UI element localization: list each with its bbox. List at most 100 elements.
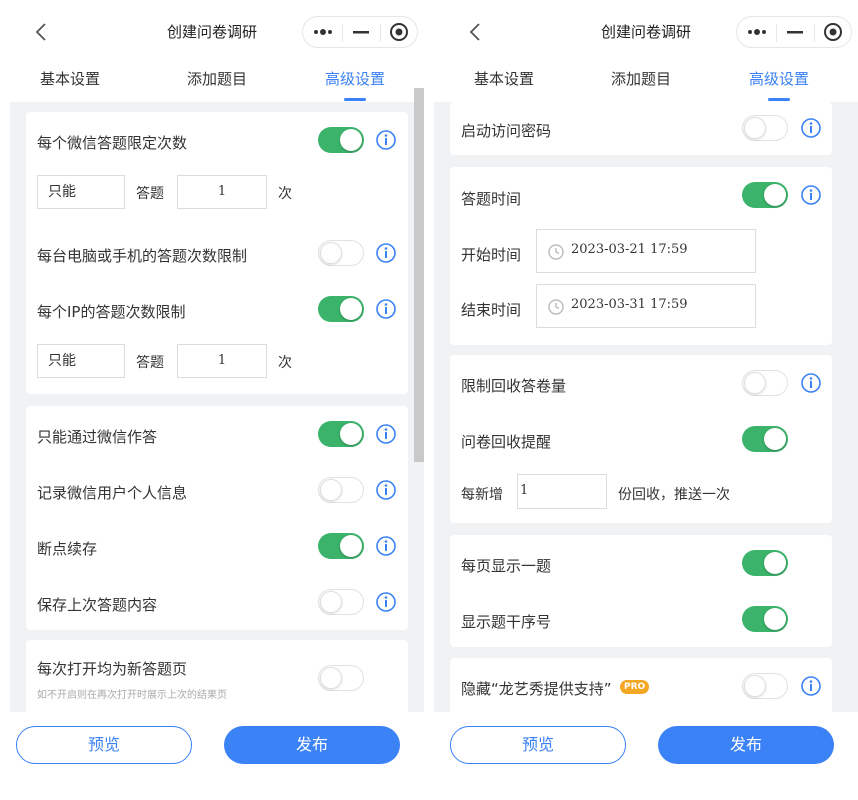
preview-button[interactable]: 预览 bbox=[16, 726, 192, 764]
record-info-label: 记录微信用户个人信息 bbox=[37, 484, 188, 502]
end-time-value: 2023-03-31 17:59 bbox=[571, 297, 688, 312]
clock-icon bbox=[548, 244, 564, 260]
save-last-toggle[interactable] bbox=[318, 589, 364, 615]
start-time-picker[interactable]: 2023-03-21 17:59 bbox=[536, 229, 756, 273]
info-icon[interactable] bbox=[800, 184, 822, 206]
settings-card-password: 启动访问密码 bbox=[450, 102, 832, 155]
tab-basic-settings[interactable]: 基本设置 bbox=[0, 68, 140, 89]
mini-program-capsule bbox=[736, 16, 852, 48]
settings-card-display: 每页显示一题 显示题干序号 bbox=[450, 535, 832, 647]
recycle-count-input[interactable]: 1 bbox=[517, 474, 607, 509]
publish-button[interactable]: 发布 bbox=[224, 726, 400, 764]
hide-brand-label: 隐藏“龙艺秀提供支持” bbox=[461, 680, 612, 698]
limit-times-toggle[interactable] bbox=[318, 127, 364, 153]
info-icon[interactable] bbox=[375, 591, 397, 613]
new-page-toggle[interactable] bbox=[318, 665, 364, 691]
more-dots-icon[interactable] bbox=[737, 17, 775, 47]
active-tab-indicator bbox=[768, 98, 790, 101]
tab-bar: 基本设置 添加题目 高级设置 bbox=[434, 62, 858, 102]
one-per-page-toggle[interactable] bbox=[742, 550, 788, 576]
info-icon[interactable] bbox=[800, 675, 822, 697]
settings-card-answer-limits: 每个微信答题限定次数 只能 答题 1 次 每台电脑或手机的答题次数限制 每个IP… bbox=[26, 112, 408, 394]
close-target-icon[interactable] bbox=[380, 17, 418, 47]
minimize-icon[interactable] bbox=[342, 17, 380, 47]
tab-add-questions[interactable]: 添加题目 bbox=[147, 68, 287, 89]
settings-card-answer-time: 答题时间 开始时间 2023-03-21 17:59 结束时间 2023-03-… bbox=[450, 167, 832, 345]
save-last-label: 保存上次答题内容 bbox=[37, 596, 158, 614]
times-unit-text: 次 bbox=[278, 355, 292, 371]
show-number-toggle[interactable] bbox=[742, 606, 788, 632]
recycle-remind-label: 问卷回收提醒 bbox=[461, 433, 552, 451]
more-dots-icon[interactable] bbox=[303, 17, 341, 47]
wechat-only-label: 只能通过微信作答 bbox=[37, 428, 158, 446]
right-phone-panel: 创建问卷调研 基本设置 添加题目 高级设置 启动访问密码 答题时间 开始时间 2… bbox=[434, 0, 858, 800]
settings-card-wechat: 只能通过微信作答 记录微信用户个人信息 断点续存 保存上次答题内容 bbox=[26, 406, 408, 630]
new-page-label: 每次打开均为新答题页 bbox=[37, 660, 188, 678]
device-limit-toggle[interactable] bbox=[318, 240, 364, 266]
end-time-label: 结束时间 bbox=[461, 301, 522, 319]
resume-label: 断点续存 bbox=[37, 540, 98, 558]
footer-actions: 预览 发布 bbox=[434, 712, 858, 800]
info-icon[interactable] bbox=[375, 535, 397, 557]
start-time-value: 2023-03-21 17:59 bbox=[571, 242, 688, 257]
settings-card-recycle: 限制回收答卷量 问卷回收提醒 每新增 1 份回收，推送一次 bbox=[450, 355, 832, 523]
close-target-icon[interactable] bbox=[814, 17, 852, 47]
info-icon[interactable] bbox=[375, 129, 397, 151]
tab-basic-settings[interactable]: 基本设置 bbox=[434, 68, 574, 89]
new-page-hint: 如不开启则在再次打开时展示上次的结果页 bbox=[37, 690, 227, 701]
limit-recycle-toggle[interactable] bbox=[742, 370, 788, 396]
ip-limit-toggle[interactable] bbox=[318, 296, 364, 322]
ip-limit-label: 每个IP的答题次数限制 bbox=[37, 303, 186, 321]
password-label: 启动访问密码 bbox=[461, 122, 552, 140]
settings-card-new-page: 每次打开均为新答题页 如不开启则在再次打开时展示上次的结果页 bbox=[26, 640, 408, 712]
mini-program-capsule bbox=[302, 16, 418, 48]
answer-time-toggle[interactable] bbox=[742, 182, 788, 208]
end-time-picker[interactable]: 2023-03-31 17:59 bbox=[536, 284, 756, 328]
tab-advanced-settings[interactable]: 高级设置 bbox=[285, 68, 424, 89]
ip-limit-count-input[interactable]: 1 bbox=[177, 344, 267, 378]
settings-scroll-area: 每个微信答题限定次数 只能 答题 1 次 每台电脑或手机的答题次数限制 每个IP… bbox=[10, 102, 424, 712]
info-icon[interactable] bbox=[800, 117, 822, 139]
wechat-only-toggle[interactable] bbox=[318, 421, 364, 447]
recycle-prefix-text: 每新增 bbox=[461, 487, 503, 503]
recycle-suffix-text: 份回收，推送一次 bbox=[618, 487, 730, 503]
tab-advanced-settings[interactable]: 高级设置 bbox=[709, 68, 849, 89]
settings-scroll-area: 启动访问密码 答题时间 开始时间 2023-03-21 17:59 结束时间 2… bbox=[434, 102, 858, 712]
password-toggle[interactable] bbox=[742, 115, 788, 141]
limit-recycle-label: 限制回收答卷量 bbox=[461, 377, 567, 395]
minimize-icon[interactable] bbox=[776, 17, 814, 47]
info-icon[interactable] bbox=[375, 423, 397, 445]
device-limit-label: 每台电脑或手机的答题次数限制 bbox=[37, 247, 248, 265]
times-unit-text: 次 bbox=[278, 186, 292, 202]
tab-add-questions[interactable]: 添加题目 bbox=[571, 68, 711, 89]
footer-actions: 预览 发布 bbox=[0, 712, 424, 800]
limit-times-label: 每个微信答题限定次数 bbox=[37, 134, 188, 152]
show-number-label: 显示题干序号 bbox=[461, 613, 552, 631]
info-icon[interactable] bbox=[800, 372, 822, 394]
info-icon[interactable] bbox=[375, 298, 397, 320]
record-info-toggle[interactable] bbox=[318, 477, 364, 503]
active-tab-indicator bbox=[344, 98, 366, 101]
settings-card-brand: 隐藏“龙艺秀提供支持” PRO bbox=[450, 658, 832, 712]
answer-text: 答题 bbox=[136, 186, 164, 202]
resume-toggle[interactable] bbox=[318, 533, 364, 559]
ip-only-select[interactable]: 只能 bbox=[37, 344, 125, 378]
answer-time-label: 答题时间 bbox=[461, 190, 522, 208]
info-icon[interactable] bbox=[375, 479, 397, 501]
info-icon[interactable] bbox=[375, 242, 397, 264]
one-per-page-label: 每页显示一题 bbox=[461, 557, 552, 575]
top-nav-bar: 创建问卷调研 bbox=[434, 0, 858, 62]
limit-times-count-input[interactable]: 1 bbox=[177, 175, 267, 209]
start-time-label: 开始时间 bbox=[461, 246, 522, 264]
tab-bar: 基本设置 添加题目 高级设置 bbox=[0, 62, 424, 102]
preview-button[interactable]: 预览 bbox=[450, 726, 626, 764]
limit-only-select[interactable]: 只能 bbox=[37, 175, 125, 209]
publish-button[interactable]: 发布 bbox=[658, 726, 834, 764]
left-phone-panel: 创建问卷调研 基本设置 添加题目 高级设置 每个微信答题限定次数 只能 答题 1… bbox=[0, 0, 424, 800]
top-nav-bar: 创建问卷调研 bbox=[0, 0, 424, 62]
hide-brand-toggle[interactable] bbox=[742, 673, 788, 699]
scrollbar[interactable] bbox=[414, 88, 424, 462]
clock-icon bbox=[548, 299, 564, 315]
pro-badge: PRO bbox=[620, 680, 650, 694]
recycle-remind-toggle[interactable] bbox=[742, 426, 788, 452]
